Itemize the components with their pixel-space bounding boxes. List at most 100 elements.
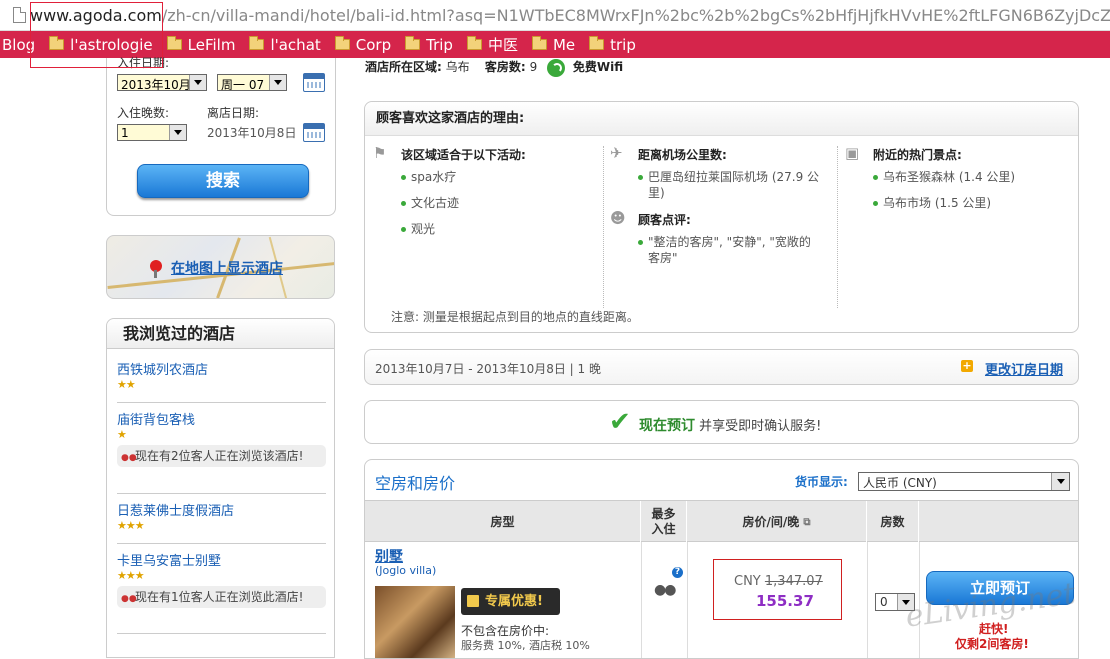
old-price: CNY 1,347.07 [734, 574, 823, 589]
bookmark-folder[interactable]: Trip [405, 36, 453, 54]
people-icon: ●● [654, 582, 676, 598]
divider [837, 146, 838, 308]
stay-dates: 2013年10月7日 - 2013年10月8日 | 1 晚 [375, 362, 601, 376]
hotel-link[interactable]: 西铁城列农酒店 [117, 359, 326, 378]
calendar-icon[interactable] [303, 123, 325, 142]
sights-list: 乌布圣猴森林 (1.4 公里) 乌布市场 (1.5 公里) [845, 169, 1075, 211]
chevron-down-icon [169, 125, 186, 140]
bookmark-label: l'astrologie [70, 35, 153, 54]
viewing-notice: ●● 现在有2位客人正在浏览该酒店! [117, 445, 326, 467]
check-icon: ✔ [609, 407, 631, 437]
currency-label: 货币显示: [795, 475, 848, 489]
popup-icon[interactable]: ⧉ [803, 515, 810, 530]
checkin-day-select[interactable]: 周一 07 [217, 74, 287, 91]
airport-column: ✈ 距离机场公里数: 巴厘岛纽拉莱国际机场 (27.9 公里) ☻ 顾客点评: "整… [610, 144, 830, 276]
select-value: 人民币 (CNY) [863, 476, 937, 490]
divider [117, 402, 326, 403]
hotel-link[interactable]: 庙街背包客栈 [117, 409, 326, 428]
change-dates-link[interactable]: 更改订房日期 [985, 359, 1063, 378]
checkin-label: 入住日期: [117, 56, 170, 70]
bookmark-label: 中医 [487, 36, 518, 54]
star-rating: ★★★ [117, 519, 145, 532]
nights-select[interactable]: 1 [117, 124, 187, 141]
heading-text: 附近的热门景点: [873, 148, 962, 162]
star-rating: ★★★ [117, 569, 145, 582]
airport-list: 巴厘岛纽拉莱国际机场 (27.9 公里) [610, 169, 830, 201]
room-name-link[interactable]: 别墅 [375, 546, 403, 566]
star-rating: ★★ [117, 378, 136, 391]
select-value: 周一 07 [221, 78, 265, 91]
currency-select[interactable]: 人民币 (CNY) [858, 472, 1070, 491]
chevron-down-icon [1051, 473, 1069, 490]
hotel-link[interactable]: 日惹莱佛士度假酒店 [117, 500, 326, 519]
url-host: www.agoda.com [30, 5, 162, 25]
list-item: 西铁城列农酒店 ★★ [117, 359, 326, 391]
chevron-down-icon [269, 75, 286, 90]
list-item: 日惹莱佛士度假酒店 ★★★ [117, 500, 326, 532]
rooms-label: 客房数: [484, 60, 526, 74]
map-thumbnail[interactable]: 在地图上显示酒店 [106, 235, 335, 299]
reasons-title: 顾客喜欢这家酒店的理由: [365, 102, 1078, 136]
hotel-link[interactable]: 卡里乌安富士别墅 [117, 550, 326, 569]
area-label: 酒店所在区域: [365, 60, 442, 74]
bookmark-folder[interactable]: 中医 [466, 34, 518, 55]
heading-text: 距离机场公里数: [638, 148, 727, 162]
heading-text: 顾客点评: [638, 213, 691, 227]
hotel-info-line: 酒店所在区域: 乌布 客房数: 9 免费Wifi [365, 58, 623, 77]
show-on-map-link[interactable]: 在地图上显示酒店 [171, 258, 283, 278]
folder-icon [466, 36, 482, 50]
help-icon[interactable]: ? [672, 567, 683, 578]
list-item: "整洁的客房", "安静", "宽敞的客房" [610, 234, 830, 266]
signpost-icon: ⚑ [373, 144, 387, 162]
column-header: 最多入住 [641, 501, 687, 543]
checkin-month-select[interactable]: 2013年10月 [117, 74, 207, 91]
nights-label: 入住晚数: [117, 106, 170, 120]
header-text: 房价/间/晚 [742, 514, 800, 529]
calendar-icon[interactable] [303, 73, 325, 92]
folder-icon [166, 36, 182, 50]
column-header: 房型 [365, 501, 641, 543]
room-photo[interactable] [375, 586, 455, 658]
bookmark-label: LeFilm [187, 35, 236, 54]
confirm-highlight: 现在预订 [639, 418, 695, 434]
bookmark-folder[interactable]: l'astrologie [49, 35, 153, 54]
bookmark-label: Trip [426, 35, 453, 54]
search-button[interactable]: 搜索 [137, 164, 309, 198]
bookmark-blog[interactable]: Blog [2, 36, 35, 54]
bookmark-folder[interactable]: LeFilm [166, 35, 236, 54]
list-item: 乌布圣猴森林 (1.4 公里) [845, 169, 1075, 185]
bookmark-folder[interactable]: trip [589, 36, 636, 54]
folder-icon [405, 36, 421, 50]
checkout-value: 2013年10月8日 [207, 126, 297, 140]
activities-heading: ⚑ 该区域适合于以下活动: [373, 144, 603, 163]
airplane-icon: ✈ [610, 144, 623, 162]
rooms-table-header: 房型 最多入住 房价/间/晚 ⧉ 房数 [365, 500, 1078, 543]
plus-icon[interactable]: + [961, 360, 973, 372]
bookmark-folder[interactable]: l'achat [249, 35, 321, 54]
divider [117, 493, 326, 494]
bookmark-label: Blog [2, 35, 36, 54]
bookmark-folder[interactable]: Corp [334, 35, 392, 54]
checkout-label: 离店日期: [207, 106, 260, 120]
camera-icon: ▣ [845, 144, 860, 162]
column-header [919, 501, 1078, 543]
room-subname: (Joglo villa) [375, 564, 437, 577]
column-header: 房数 [867, 501, 919, 543]
list-item: 巴厘岛纽拉莱国际机场 (27.9 公里) [610, 169, 830, 201]
bookmark-folder[interactable]: Me [531, 36, 575, 54]
folder-icon [249, 36, 265, 50]
folder-icon [334, 36, 350, 50]
list-item: 文化古迹 [373, 195, 603, 211]
page-icon [13, 7, 26, 23]
url-path: /zh-cn/villa-mandi/hotel/bali-id.html?as… [161, 5, 1110, 25]
reviewer-icon: ☻ [610, 209, 626, 227]
reasons-panel: 顾客喜欢这家酒店的理由: ⚑ 该区域适合于以下活动: spa水疗 文化古迹 观光 … [364, 101, 1079, 333]
bookmark-label: trip [610, 35, 636, 54]
reviews-list: "整洁的客房", "安静", "宽敞的客房" [610, 234, 830, 266]
bookmark-label: Corp [355, 35, 392, 54]
bookmark-label: l'achat [270, 35, 321, 54]
heading-text: 该区域适合于以下活动: [401, 148, 526, 162]
wifi-icon [547, 58, 566, 77]
divider [117, 543, 326, 544]
address-bar[interactable]: www.agoda.com /zh-cn/villa-mandi/hotel/b… [0, 0, 1110, 31]
